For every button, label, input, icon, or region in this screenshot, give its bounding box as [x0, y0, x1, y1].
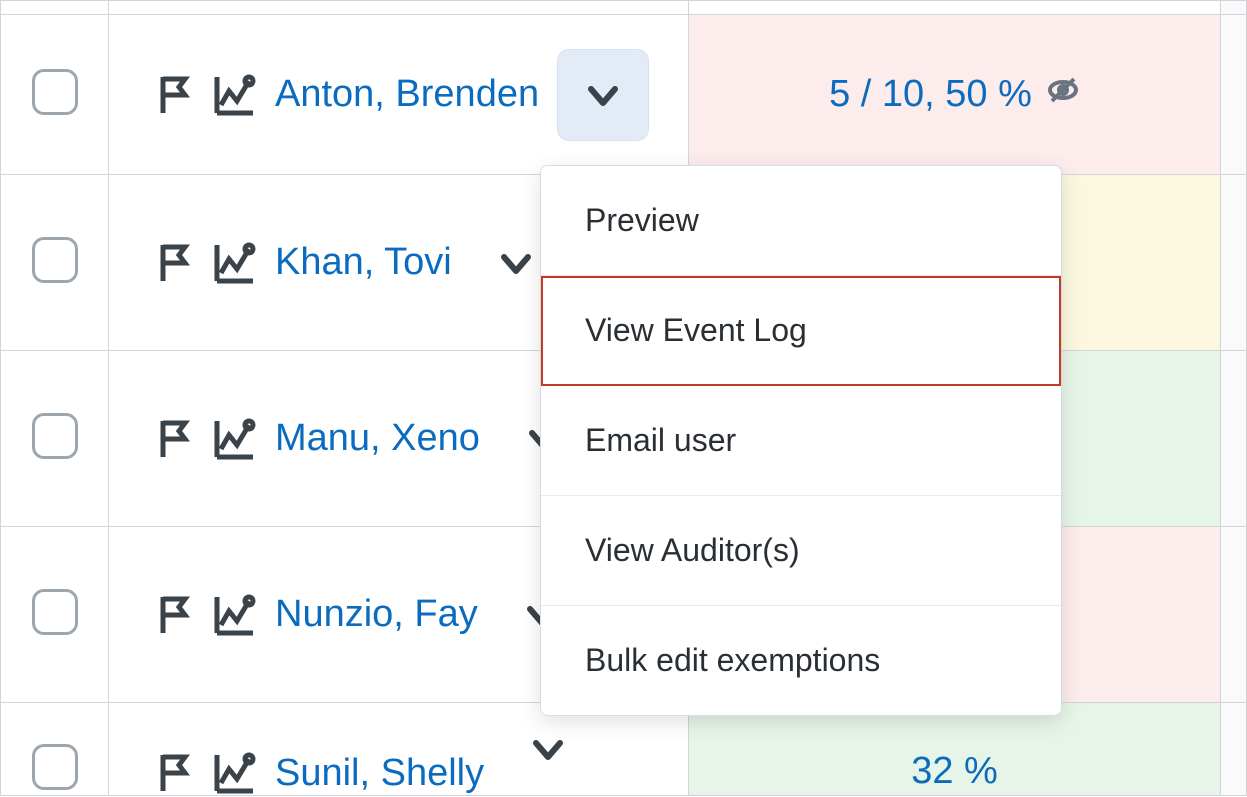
row-checkbox[interactable]: [32, 589, 78, 635]
menu-item-email-user[interactable]: Email user: [541, 386, 1061, 496]
grade-cell[interactable]: 5 / 10, 50 %: [689, 15, 1220, 174]
flag-icon[interactable]: [157, 593, 195, 637]
student-name-link[interactable]: Sunil, Shelly: [275, 752, 484, 795]
table-header-sliver: [1, 1, 1247, 15]
table-row: Sunil, Shelly 32 %: [1, 703, 1247, 796]
row-actions-menu: Preview View Event Log Email user View A…: [540, 165, 1062, 716]
grade-value: 5 / 10, 50 %: [829, 73, 1032, 116]
student-name-link[interactable]: Nunzio, Fay: [275, 593, 478, 636]
row-checkbox[interactable]: [32, 413, 78, 459]
grade-value: 32 %: [911, 750, 998, 793]
row-actions-toggle[interactable]: [502, 703, 594, 795]
flag-icon[interactable]: [157, 751, 195, 795]
student-name-link[interactable]: Khan, Tovi: [275, 241, 452, 284]
row-checkbox[interactable]: [32, 69, 78, 115]
row-checkbox[interactable]: [32, 237, 78, 283]
student-name-link[interactable]: Anton, Brenden: [275, 73, 539, 116]
activity-icon[interactable]: [213, 751, 257, 795]
hidden-icon: [1046, 73, 1080, 117]
flag-icon[interactable]: [157, 73, 195, 117]
menu-item-view-event-log[interactable]: View Event Log: [541, 276, 1061, 386]
row-checkbox[interactable]: [32, 744, 78, 790]
flag-icon[interactable]: [157, 417, 195, 461]
student-name-link[interactable]: Manu, Xeno: [275, 417, 480, 460]
menu-item-preview[interactable]: Preview: [541, 166, 1061, 276]
activity-icon[interactable]: [213, 417, 257, 461]
row-actions-toggle[interactable]: [557, 49, 649, 141]
activity-icon[interactable]: [213, 593, 257, 637]
flag-icon[interactable]: [157, 241, 195, 285]
menu-item-view-auditors[interactable]: View Auditor(s): [541, 496, 1061, 606]
grade-cell[interactable]: 32 %: [689, 703, 1220, 795]
activity-icon[interactable]: [213, 241, 257, 285]
menu-item-bulk-edit-exemptions[interactable]: Bulk edit exemptions: [541, 606, 1061, 715]
activity-icon[interactable]: [213, 73, 257, 117]
table-row: Anton, Brenden 5 / 10, 50 %: [1, 15, 1247, 175]
